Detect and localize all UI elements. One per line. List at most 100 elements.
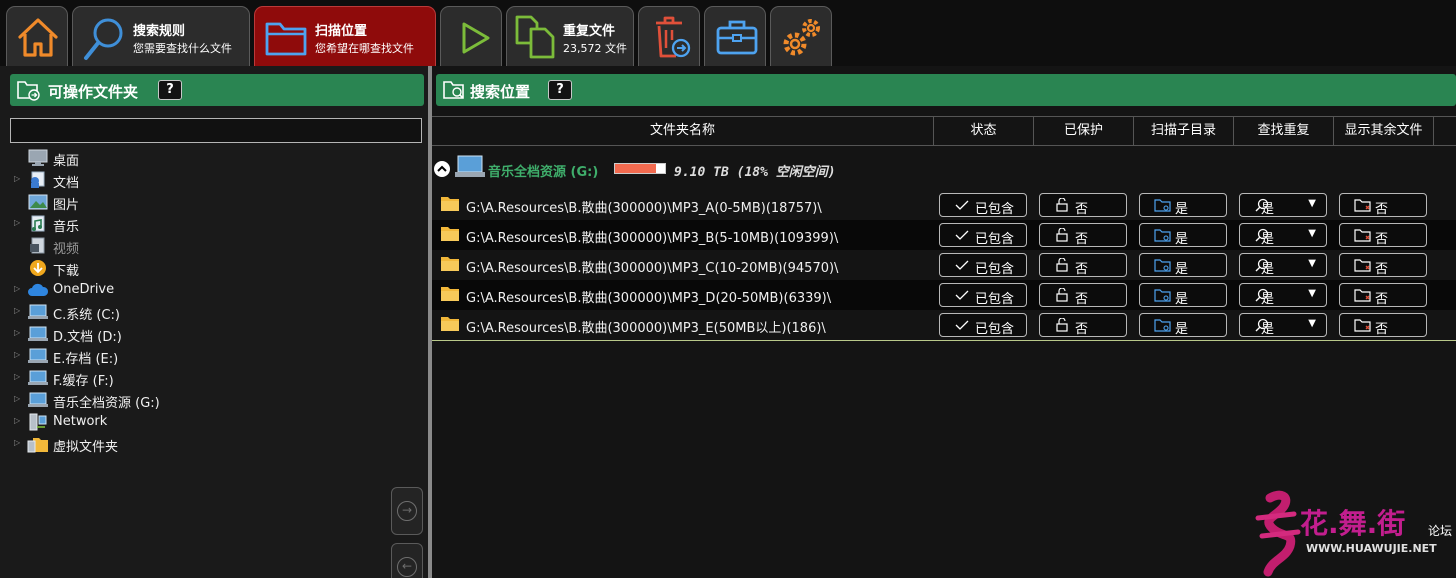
status-button[interactable]: 已包含 [939, 283, 1027, 307]
tree-item-drive-g[interactable]: ▷ 音乐全档资源 (G:) [14, 390, 314, 411]
tree-item-pictures[interactable]: 图片 [14, 192, 314, 213]
table-row[interactable]: G:\A.Resources\B.散曲(300000)\MP3_B(5-10MB… [432, 220, 1456, 250]
col-status[interactable]: 状态 [934, 117, 1034, 145]
expand-caret-icon[interactable]: ▷ [14, 394, 20, 403]
protected-button[interactable]: 否 [1039, 313, 1127, 337]
watermark-name: 花.舞.街 [1300, 507, 1406, 540]
scan-subdirs-button[interactable]: 是 [1139, 223, 1227, 247]
dropdown-arrow-icon: ▼ [1308, 198, 1316, 209]
tab-start-scan[interactable] [440, 6, 502, 66]
expand-caret-icon[interactable]: ▷ [14, 438, 20, 447]
expand-caret-icon[interactable]: ▷ [14, 372, 20, 381]
status-button[interactable]: 已包含 [939, 313, 1027, 337]
expand-caret-icon[interactable]: ▷ [14, 306, 20, 315]
magnifier-icon [84, 18, 123, 60]
expand-caret-icon[interactable]: ▷ [14, 174, 20, 183]
table-row[interactable]: G:\A.Resources\B.散曲(300000)\MP3_E(50MB以上… [432, 310, 1456, 340]
scan-subdirs-label: 是 [1175, 322, 1189, 337]
show-rest-button[interactable]: 否 [1339, 193, 1427, 217]
tree-item-label: 音乐 [53, 220, 80, 235]
status-button[interactable]: 已包含 [939, 193, 1027, 217]
remove-from-search-button[interactable]: ← [391, 543, 423, 578]
drive-icon [28, 370, 48, 385]
lock-open-icon [1056, 318, 1068, 332]
toolbox-icon [716, 20, 758, 55]
tree-item-documents[interactable]: ▷ 文档 [14, 170, 314, 191]
show-rest-label: 否 [1375, 202, 1389, 217]
protected-label: 否 [1075, 232, 1089, 247]
main-toolbar: 搜索规则 您需要查找什么文件 扫描位置 您希望在哪查找文件 重复文件 23,57… [0, 0, 1456, 66]
protected-button[interactable]: 否 [1039, 193, 1127, 217]
tree-item-network[interactable]: ▷ Network [14, 412, 314, 432]
protected-button[interactable]: 否 [1039, 283, 1127, 307]
tab-search-rules[interactable]: 搜索规则 您需要查找什么文件 [72, 6, 250, 66]
scan-subdirs-label: 是 [1175, 292, 1189, 307]
trash-icon [656, 16, 691, 58]
expand-caret-icon[interactable]: ▷ [14, 350, 20, 359]
collapse-icon[interactable] [433, 160, 451, 178]
check-icon [955, 320, 969, 330]
tree-item-videos[interactable]: 视频 [14, 236, 314, 257]
folder-path-input[interactable] [10, 118, 422, 143]
protected-button[interactable]: 否 [1039, 223, 1127, 247]
expand-caret-icon[interactable]: ▷ [14, 284, 20, 293]
tree-item-music[interactable]: ▷ 音乐 [14, 214, 314, 235]
find-duplicates-dropdown[interactable]: 是 ▼ [1239, 283, 1327, 307]
find-duplicates-dropdown[interactable]: 是 ▼ [1239, 313, 1327, 337]
tab-scan-location[interactable]: 扫描位置 您希望在哪查找文件 [254, 6, 436, 66]
tree-item-virtual-folder[interactable]: ▷ 虚拟文件夹 [14, 434, 314, 455]
help-button[interactable]: ? [158, 80, 182, 100]
tab-delete[interactable] [638, 6, 700, 66]
show-rest-button[interactable]: 否 [1339, 253, 1427, 277]
help-button[interactable]: ? [548, 80, 572, 100]
scan-subdirs-button[interactable]: 是 [1139, 193, 1227, 217]
expand-caret-icon[interactable]: ▷ [14, 328, 20, 337]
tree-item-onedrive[interactable]: ▷ OneDrive [14, 280, 314, 300]
lock-open-icon [1056, 288, 1068, 302]
show-rest-button[interactable]: 否 [1339, 223, 1427, 247]
check-icon [955, 260, 969, 270]
dropdown-arrow-icon: ▼ [1308, 288, 1316, 299]
scan-subdirs-button[interactable]: 是 [1139, 313, 1227, 337]
tree-item-downloads[interactable]: 下载 [14, 258, 314, 279]
tab-scan-location-subtitle: 您希望在哪查找文件 [315, 42, 414, 55]
status-button[interactable]: 已包含 [939, 253, 1027, 277]
tab-settings[interactable] [770, 6, 832, 66]
col-protected[interactable]: 已保护 [1034, 117, 1134, 145]
status-button[interactable]: 已包含 [939, 223, 1027, 247]
cloud-icon [28, 283, 49, 296]
desktop-icon [28, 149, 48, 166]
protected-button[interactable]: 否 [1039, 253, 1127, 277]
find-duplicates-dropdown[interactable]: 是 ▼ [1239, 193, 1327, 217]
table-row[interactable]: G:\A.Resources\B.散曲(300000)\MP3_A(0-5MB)… [432, 190, 1456, 220]
find-duplicates-label: 是 [1261, 202, 1275, 217]
add-to-search-button[interactable]: → [391, 487, 423, 535]
find-duplicates-dropdown[interactable]: 是 ▼ [1239, 223, 1327, 247]
col-show-rest[interactable]: 显示其余文件 [1334, 117, 1434, 145]
col-folder-name[interactable]: 文件夹名称 [432, 117, 934, 145]
tree-item-drive-e[interactable]: ▷ E.存档 (E:) [14, 346, 314, 367]
col-scan-subdirs[interactable]: 扫描子目录 [1134, 117, 1234, 145]
scan-subdirs-button[interactable]: 是 [1139, 253, 1227, 277]
find-duplicates-dropdown[interactable]: 是 ▼ [1239, 253, 1327, 277]
download-icon [30, 260, 46, 276]
tree-item-drive-d[interactable]: ▷ D.文档 (D:) [14, 324, 314, 345]
col-find-duplicates[interactable]: 查找重复 [1234, 117, 1334, 145]
tab-scan-location-title: 扫描位置 [315, 24, 368, 39]
tree-item-drive-c[interactable]: ▷ C.系统 (C:) [14, 302, 314, 323]
table-row[interactable]: G:\A.Resources\B.散曲(300000)\MP3_C(10-20M… [432, 250, 1456, 280]
tab-home[interactable] [6, 6, 68, 66]
tree-item-drive-f[interactable]: ▷ F.缓存 (F:) [14, 368, 314, 389]
table-row[interactable]: G:\A.Resources\B.散曲(300000)\MP3_D(20-50M… [432, 280, 1456, 310]
show-rest-button[interactable]: 否 [1339, 283, 1427, 307]
expand-caret-icon[interactable]: ▷ [14, 416, 20, 425]
table-end-separator [432, 340, 1456, 341]
lock-open-icon [1056, 198, 1068, 212]
tab-duplicates[interactable]: 重复文件 23,572 文件 [506, 6, 634, 66]
expand-caret-icon[interactable]: ▷ [14, 218, 20, 227]
tab-toolbox[interactable] [704, 6, 766, 66]
show-rest-button[interactable]: 否 [1339, 313, 1427, 337]
scan-subdirs-button[interactable]: 是 [1139, 283, 1227, 307]
tree-item-desktop[interactable]: 桌面 [14, 148, 314, 169]
music-icon [31, 215, 45, 232]
